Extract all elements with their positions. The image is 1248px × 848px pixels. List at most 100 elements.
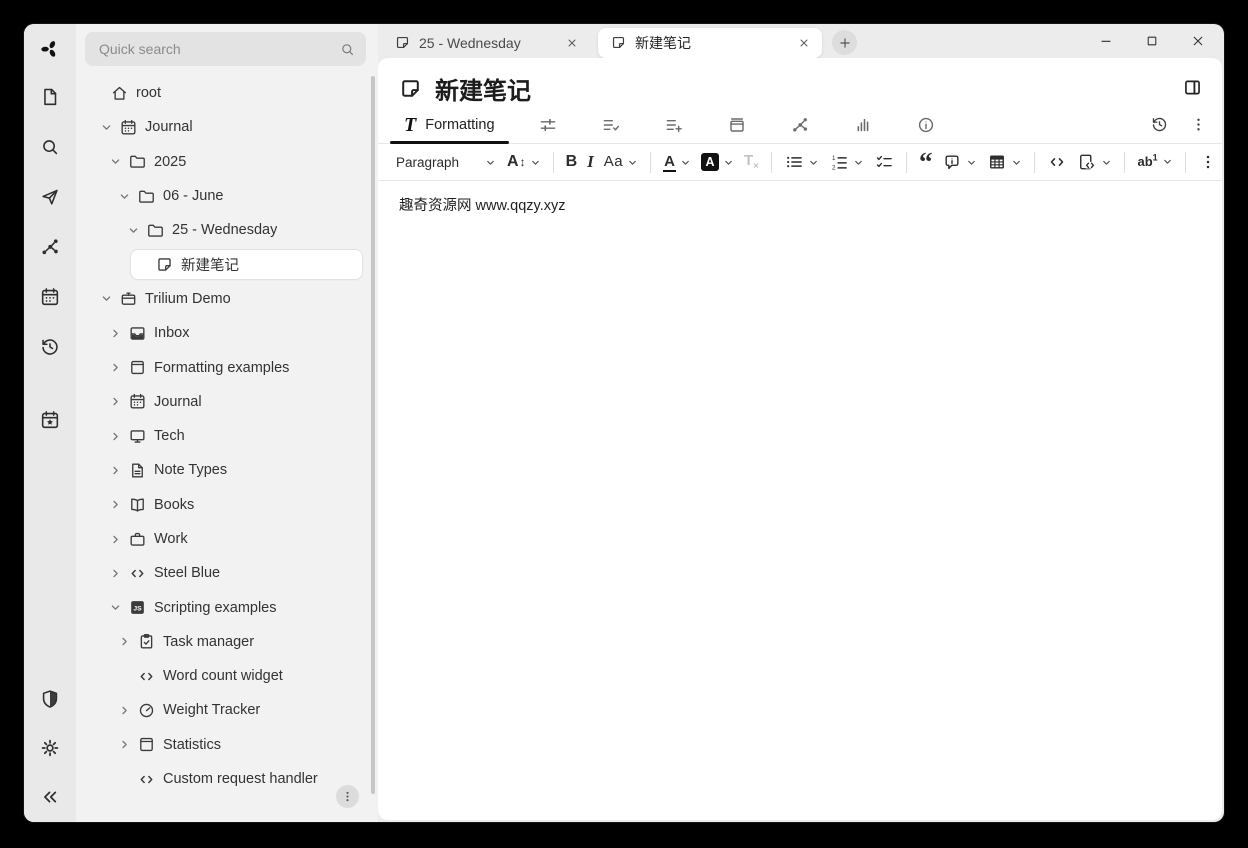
- chevron-right-icon[interactable]: [115, 736, 134, 754]
- font-family-button[interactable]: Aa: [599, 150, 643, 174]
- code-button[interactable]: [1042, 149, 1072, 175]
- search-button[interactable]: [37, 134, 63, 160]
- quick-search-input[interactable]: [97, 40, 339, 58]
- tree-scrollbar[interactable]: [371, 76, 375, 794]
- ribbon-tab-list-check[interactable]: [587, 106, 635, 143]
- tree-item-2025[interactable]: 2025: [76, 145, 366, 179]
- ribbon-tab-archive[interactable]: [713, 106, 761, 143]
- tree-item-body[interactable]: root: [86, 79, 362, 108]
- tree-item-body[interactable]: Steel Blue: [104, 559, 362, 588]
- list-number-button[interactable]: 12: [824, 149, 869, 175]
- tree-item-root[interactable]: root: [76, 76, 366, 110]
- table-button[interactable]: [982, 149, 1027, 175]
- tab-25-wednesday[interactable]: 25 - Wednesday: [382, 28, 590, 58]
- tree-item-body[interactable]: Work: [104, 525, 362, 554]
- tree-actions-button[interactable]: [336, 785, 359, 808]
- chevron-down-icon[interactable]: [97, 118, 116, 136]
- tree-item-journal[interactable]: Journal: [76, 110, 366, 144]
- tree-item-inbox[interactable]: Inbox: [76, 316, 366, 350]
- tree-item-body[interactable]: 06 - June: [113, 182, 362, 211]
- tree-item-body[interactable]: 新建笔记: [131, 250, 362, 279]
- code-block-button[interactable]: [1072, 149, 1117, 175]
- chevron-down-icon[interactable]: [115, 187, 134, 205]
- split-pane-icon[interactable]: [1182, 77, 1204, 99]
- font-size-button[interactable]: A↕: [502, 150, 546, 174]
- tree-item-body[interactable]: Weight Tracker: [113, 696, 362, 725]
- list-todo-button[interactable]: [869, 149, 899, 175]
- tree-item-body[interactable]: Tech: [104, 422, 362, 451]
- chevron-right-icon[interactable]: [106, 393, 125, 411]
- bold-button[interactable]: B: [561, 150, 583, 174]
- calendar-button[interactable]: [37, 284, 63, 310]
- tree-item-word-count-widget[interactable]: Word count widget: [76, 659, 366, 693]
- kebab-button[interactable]: [1193, 149, 1222, 175]
- tab-close-icon[interactable]: [564, 35, 580, 51]
- minimize-button[interactable]: [1098, 33, 1114, 49]
- ribbon-tab-formatting[interactable]: TFormatting: [390, 106, 509, 143]
- tree-item-body[interactable]: JSScripting examples: [104, 593, 362, 622]
- tree-item-body[interactable]: Inbox: [104, 319, 362, 348]
- chevron-down-icon[interactable]: [124, 221, 143, 239]
- close-button[interactable]: [1190, 33, 1206, 49]
- tree-item-body[interactable]: Books: [104, 490, 362, 519]
- chevron-right-icon[interactable]: [106, 427, 125, 445]
- ribbon-tab-note-map[interactable]: [776, 106, 824, 143]
- tree-item-body[interactable]: 25 - Wednesday: [122, 216, 362, 245]
- tree-item-formatting-examples[interactable]: Formatting examples: [76, 350, 366, 384]
- tree-item-note-types[interactable]: Note Types: [76, 453, 366, 487]
- chevron-down-icon[interactable]: [97, 290, 116, 308]
- tree-item-statistics[interactable]: Statistics: [76, 728, 366, 762]
- chevron-right-icon[interactable]: [106, 564, 125, 582]
- ribbon-tab-bar-chart[interactable]: [839, 106, 887, 143]
- ribbon-tab-sliders[interactable]: [524, 106, 572, 143]
- italic-button[interactable]: I: [582, 149, 599, 175]
- history-button[interactable]: [1150, 115, 1169, 134]
- tree-item-body[interactable]: Journal: [95, 113, 362, 142]
- tree-item-body[interactable]: Note Types: [104, 456, 362, 485]
- ribbon-tab-list-plus[interactable]: [650, 106, 698, 143]
- chevron-right-icon[interactable]: [115, 701, 134, 719]
- collapse-left-button[interactable]: [37, 784, 63, 810]
- tree-item-books[interactable]: Books: [76, 488, 366, 522]
- tree-item-body[interactable]: Trilium Demo: [95, 284, 362, 313]
- tree-item-custom-request-handler[interactable]: Custom request handler: [76, 762, 366, 796]
- send-button[interactable]: [37, 184, 63, 210]
- tab-item[interactable]: 新建笔记: [598, 28, 822, 58]
- tree-item-body[interactable]: Custom request handler: [113, 765, 362, 794]
- tree-item-work[interactable]: Work: [76, 522, 366, 556]
- tree-item-tech[interactable]: Tech: [76, 419, 366, 453]
- note-title[interactable]: 新建笔记: [435, 71, 1182, 106]
- note-content[interactable]: 趣奇资源网 www.qqzy.xyz: [378, 181, 1222, 741]
- chevron-down-icon[interactable]: [106, 599, 125, 617]
- quick-search[interactable]: [85, 32, 366, 66]
- admonition-button[interactable]: [937, 149, 982, 175]
- chevron-right-icon[interactable]: [106, 496, 125, 514]
- tree-item-25-wednesday[interactable]: 25 - Wednesday: [76, 213, 366, 247]
- ribbon-tab-info[interactable]: [902, 106, 950, 143]
- history-button[interactable]: [37, 334, 63, 360]
- gear-button[interactable]: [37, 735, 63, 761]
- calendar-star-button[interactable]: [37, 407, 63, 433]
- chevron-down-icon[interactable]: [106, 153, 125, 171]
- kebab-button[interactable]: [1189, 115, 1208, 134]
- tree-item-weight-tracker[interactable]: Weight Tracker: [76, 693, 366, 727]
- chevron-right-icon[interactable]: [106, 324, 125, 342]
- quote-button[interactable]: “: [914, 152, 938, 173]
- bg-color-button[interactable]: A: [696, 150, 739, 174]
- chevron-right-icon[interactable]: [106, 461, 125, 479]
- tree-item-task-manager[interactable]: Task manager: [76, 625, 366, 659]
- tree-item-journal[interactable]: Journal: [76, 385, 366, 419]
- new-tab-button[interactable]: [832, 30, 857, 55]
- new-note-button[interactable]: [37, 84, 63, 110]
- chevron-right-icon[interactable]: [115, 633, 134, 651]
- tree-item-steel-blue[interactable]: Steel Blue: [76, 556, 366, 590]
- list-bullet-button[interactable]: [779, 149, 824, 175]
- chevron-right-icon[interactable]: [106, 530, 125, 548]
- tree-item-body[interactable]: Statistics: [113, 730, 362, 759]
- tree-item-trilium-demo[interactable]: Trilium Demo: [76, 282, 366, 316]
- tree-item-scripting-examples[interactable]: JSScripting examples: [76, 590, 366, 624]
- chevron-right-icon[interactable]: [106, 359, 125, 377]
- note-map-button[interactable]: [37, 234, 63, 260]
- heading-select[interactable]: Paragraph: [392, 152, 502, 173]
- maximize-button[interactable]: [1144, 33, 1160, 49]
